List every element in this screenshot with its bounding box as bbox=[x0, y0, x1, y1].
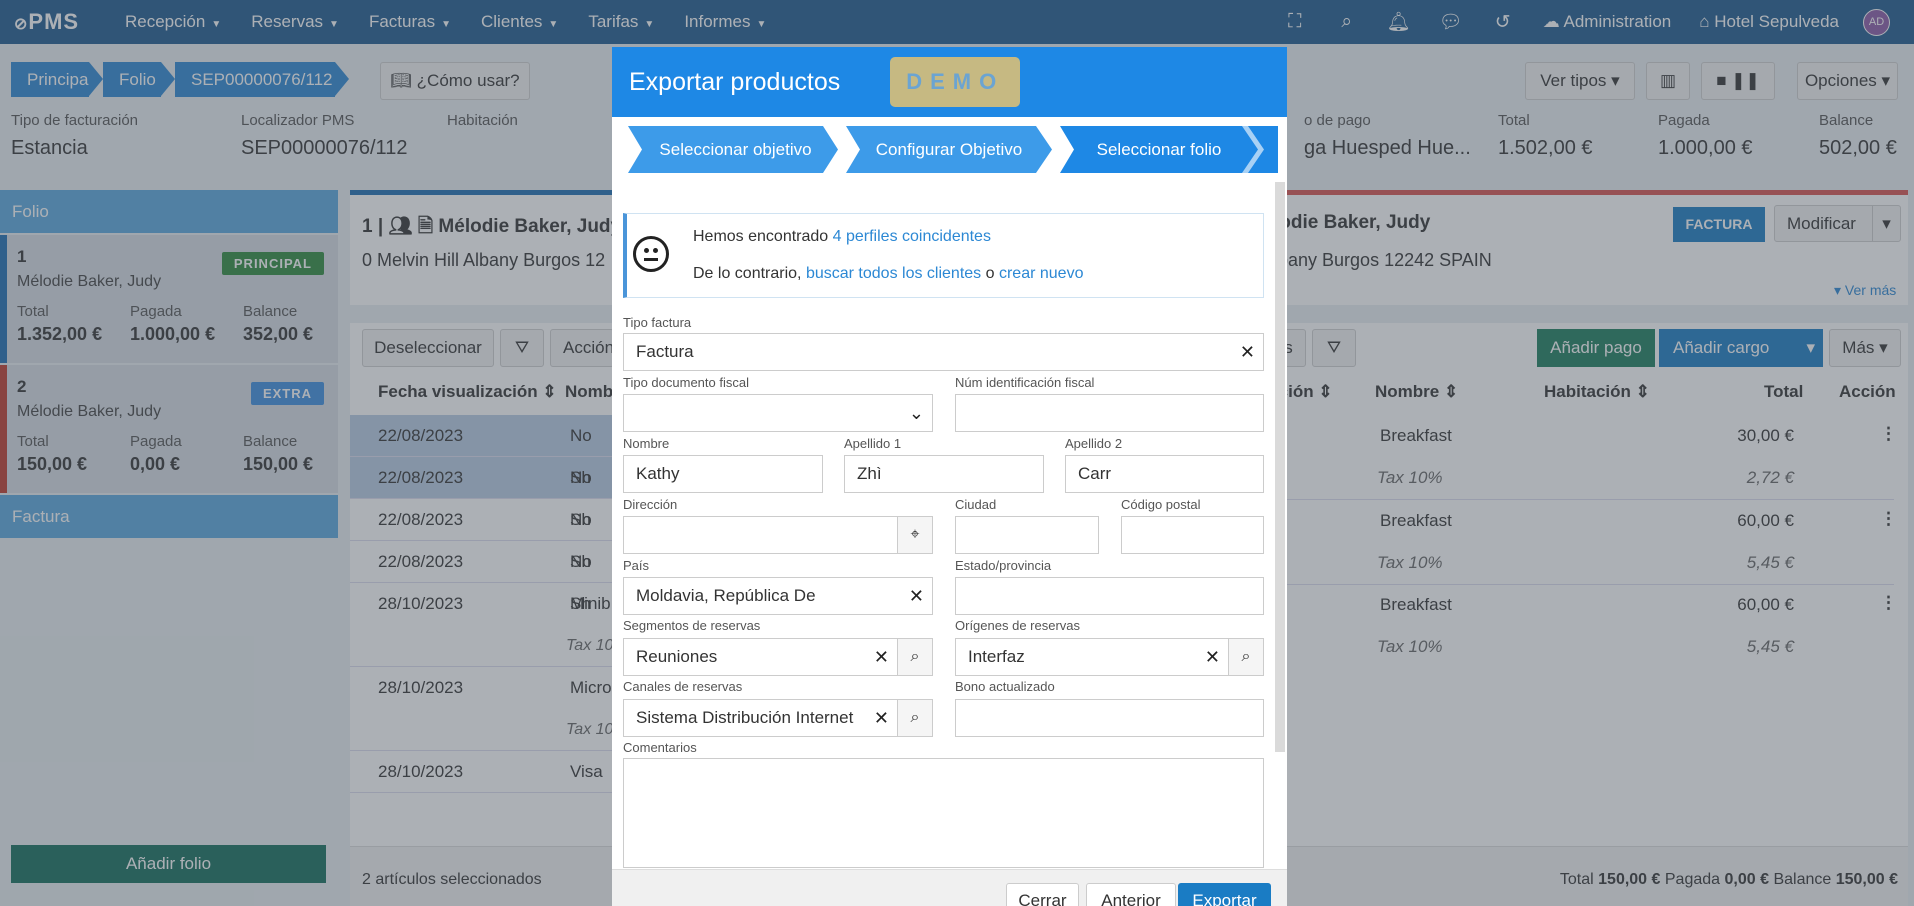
search-all-clients-link[interactable]: buscar todos los clientes bbox=[806, 265, 981, 282]
clear-icon[interactable]: ✕ bbox=[1205, 639, 1220, 675]
segmentos-label: Segmentos de reservas bbox=[623, 618, 761, 633]
bono-label: Bono actualizado bbox=[955, 679, 1055, 694]
step-configure-target[interactable]: Configurar Objetivo bbox=[852, 126, 1046, 173]
origenes-select[interactable]: Interfaz ✕ bbox=[955, 638, 1229, 676]
matching-profiles-alert: Hemos encontrado 4 perfiles coincidentes… bbox=[623, 213, 1264, 298]
comentarios-textarea[interactable] bbox=[623, 758, 1264, 868]
clear-icon[interactable]: ✕ bbox=[874, 639, 889, 675]
tipo-factura-label: Tipo factura bbox=[623, 315, 692, 330]
clear-icon[interactable]: ✕ bbox=[874, 700, 889, 736]
origenes-label: Orígenes de reservas bbox=[955, 618, 1081, 633]
matching-profiles-link[interactable]: 4 perfiles coincidentes bbox=[833, 228, 991, 245]
export-products-modal: Exportar productos DEMO Seleccionar obje… bbox=[612, 47, 1287, 906]
ciudad-field[interactable] bbox=[955, 516, 1099, 554]
neutral-face-icon bbox=[633, 236, 669, 272]
modal-header: Exportar productos DEMO bbox=[612, 47, 1287, 117]
estado-label: Estado/provincia bbox=[955, 558, 1052, 573]
direccion-label: Dirección bbox=[623, 497, 678, 512]
apellido1-label: Apellido 1 bbox=[844, 436, 902, 451]
search-icon[interactable]: ⌕ bbox=[897, 638, 933, 676]
modal-scrollbar[interactable] bbox=[1275, 182, 1285, 752]
clear-icon[interactable]: ✕ bbox=[909, 578, 924, 614]
tipo-doc-label: Tipo documento fiscal bbox=[623, 375, 749, 390]
export-button[interactable]: Exportar bbox=[1178, 883, 1271, 906]
search-icon[interactable]: ⌕ bbox=[897, 699, 933, 737]
map-pin-icon[interactable]: ⌖ bbox=[897, 516, 933, 554]
tipo-doc-select[interactable]: ⌄ bbox=[623, 394, 933, 432]
ciudad-label: Ciudad bbox=[955, 497, 997, 512]
search-icon[interactable]: ⌕ bbox=[1228, 638, 1264, 676]
create-new-link[interactable]: crear nuevo bbox=[999, 265, 1084, 282]
chevron-down-icon: ⌄ bbox=[908, 403, 924, 423]
nombre-label: Nombre bbox=[623, 436, 670, 451]
step-select-folio[interactable]: Seleccionar folio bbox=[1072, 126, 1246, 173]
previous-button[interactable]: Anterior bbox=[1086, 883, 1176, 906]
demo-badge: DEMO bbox=[890, 57, 1021, 107]
comentarios-label: Comentarios bbox=[623, 740, 697, 755]
close-button[interactable]: Cerrar bbox=[1006, 883, 1079, 906]
apellido2-field[interactable]: Carr bbox=[1065, 455, 1264, 493]
modal-title: Exportar productos bbox=[629, 67, 841, 96]
apellido2-label: Apellido 2 bbox=[1065, 436, 1123, 451]
cp-label: Código postal bbox=[1121, 497, 1201, 512]
canales-label: Canales de reservas bbox=[623, 679, 743, 694]
apellido1-field[interactable]: Zhì bbox=[844, 455, 1044, 493]
pais-select[interactable]: Moldavia, República De ✕ bbox=[623, 577, 933, 615]
nombre-field[interactable]: Kathy bbox=[623, 455, 823, 493]
step-select-target[interactable]: Seleccionar objetivo bbox=[638, 126, 833, 173]
cp-field[interactable] bbox=[1121, 516, 1264, 554]
segmentos-select[interactable]: Reuniones ✕ bbox=[623, 638, 898, 676]
tipo-factura-select[interactable]: Factura ✕ bbox=[623, 333, 1264, 371]
canales-select[interactable]: Sistema Distribución Internet ✕ bbox=[623, 699, 898, 737]
num-id-field[interactable] bbox=[955, 394, 1264, 432]
wizard-steps: Seleccionar objetivo Configurar Objetivo… bbox=[628, 126, 1278, 173]
pais-label: País bbox=[623, 558, 650, 573]
bono-field[interactable] bbox=[955, 699, 1264, 737]
num-id-label: Núm identificación fiscal bbox=[955, 375, 1095, 390]
estado-field[interactable] bbox=[955, 577, 1264, 615]
direccion-field[interactable] bbox=[623, 516, 898, 554]
clear-icon[interactable]: ✕ bbox=[1240, 334, 1255, 370]
